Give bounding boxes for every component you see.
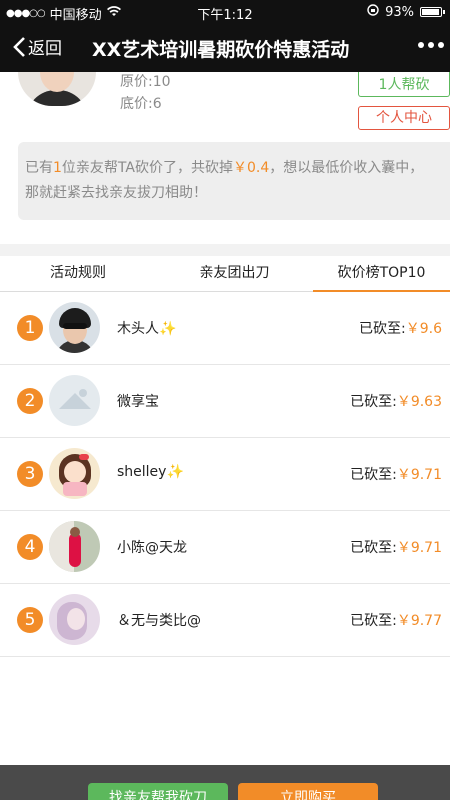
battery-icon <box>420 7 445 17</box>
bargain-notice: 已有1位亲友帮TA砍价了，共砍掉￥0.4，想以最低价收入囊中， 那就赶紧去找亲友… <box>18 142 450 220</box>
avatar <box>49 375 100 426</box>
avatar <box>49 302 100 353</box>
user-name: ＆无与类比@ <box>117 613 201 629</box>
rank-badge: 5 <box>17 607 43 633</box>
user-avatar <box>18 72 96 106</box>
bargained-price: 已砍至:￥9.71 <box>350 467 442 483</box>
status-bar: ●●●○○ 中国移动 下午1:12 93% <box>0 0 450 24</box>
navigation-bar: 返回 XX艺术培训暑期砍价特惠活动 <box>0 24 450 72</box>
back-button[interactable]: 返回 <box>12 34 62 59</box>
helpers-count-button[interactable]: 1人帮砍 <box>358 72 450 97</box>
bargain-amount: ￥0.4 <box>232 160 270 176</box>
notice-line-2: 那就赶紧去找亲友拔刀相助！ <box>25 185 207 201</box>
rank-badge: 1 <box>17 315 43 341</box>
section-divider <box>0 244 450 256</box>
back-label: 返回 <box>28 39 62 59</box>
user-name: 木头人✨ <box>117 321 177 337</box>
more-dot-icon <box>438 42 444 48</box>
more-menu-button[interactable] <box>418 42 444 48</box>
more-dot-icon <box>428 42 434 48</box>
bargained-price: 已砍至:￥9.63 <box>350 394 442 410</box>
bargained-price: 已砍至:￥9.77 <box>350 613 442 629</box>
user-center-button[interactable]: 个人中心 <box>358 106 450 130</box>
ranking-row[interactable]: 1 木头人✨ 已砍至:￥9.6 <box>0 292 450 365</box>
tab-top10[interactable]: 砍价榜TOP10 <box>313 256 450 292</box>
page-title: XX艺术培训暑期砍价特惠活动 <box>92 39 350 61</box>
buy-now-button[interactable]: 立即购买 <box>238 783 378 800</box>
helper-count: 1 <box>53 160 62 176</box>
status-right: 93% <box>367 4 445 20</box>
battery-fill <box>422 9 439 15</box>
bargained-price: 已砍至:￥9.71 <box>350 540 442 556</box>
avatar <box>49 448 100 499</box>
floor-price: 底价:6 <box>120 96 162 112</box>
ranking-row[interactable]: 4 小陈@天龙 已砍至:￥9.71 <box>0 511 450 584</box>
tab-friend-helpers[interactable]: 亲友团出刀 <box>156 256 313 292</box>
rank-badge: 2 <box>17 388 43 414</box>
rank-badge: 4 <box>17 534 43 560</box>
more-dot-icon <box>418 42 424 48</box>
ranking-row[interactable]: 2 微享宝 已砍至:￥9.63 <box>0 365 450 438</box>
avatar <box>49 521 100 572</box>
user-name: 小陈@天龙 <box>117 540 187 556</box>
chevron-left-icon <box>13 36 25 57</box>
bargained-price: 已砍至:￥9.6 <box>359 321 442 337</box>
battery-percent: 93% <box>385 4 414 20</box>
user-name: shelley✨ <box>117 464 184 480</box>
rotation-lock-icon <box>367 4 379 20</box>
bottom-action-bar: 找亲友帮我砍刀 立即购买 <box>0 765 450 800</box>
ask-friends-button[interactable]: 找亲友帮我砍刀 <box>88 783 228 800</box>
tab-bar: 活动规则 亲友团出刀 砍价榜TOP10 <box>0 256 450 292</box>
tab-rules[interactable]: 活动规则 <box>0 256 156 292</box>
avatar <box>49 594 100 645</box>
notice-line-1: 已有1位亲友帮TA砍价了，共砍掉￥0.4，想以最低价收入囊中， <box>25 160 424 176</box>
ranking-list: 1 木头人✨ 已砍至:￥9.6 2 微享宝 已砍至:￥9.63 3 shelle… <box>0 292 450 657</box>
user-name: 微享宝 <box>117 394 159 410</box>
ranking-row[interactable]: 5 ＆无与类比@ 已砍至:￥9.77 <box>0 584 450 657</box>
original-price: 原价:10 <box>120 74 171 90</box>
ranking-row[interactable]: 3 shelley✨ 已砍至:￥9.71 <box>0 438 450 511</box>
rank-badge: 3 <box>17 461 43 487</box>
